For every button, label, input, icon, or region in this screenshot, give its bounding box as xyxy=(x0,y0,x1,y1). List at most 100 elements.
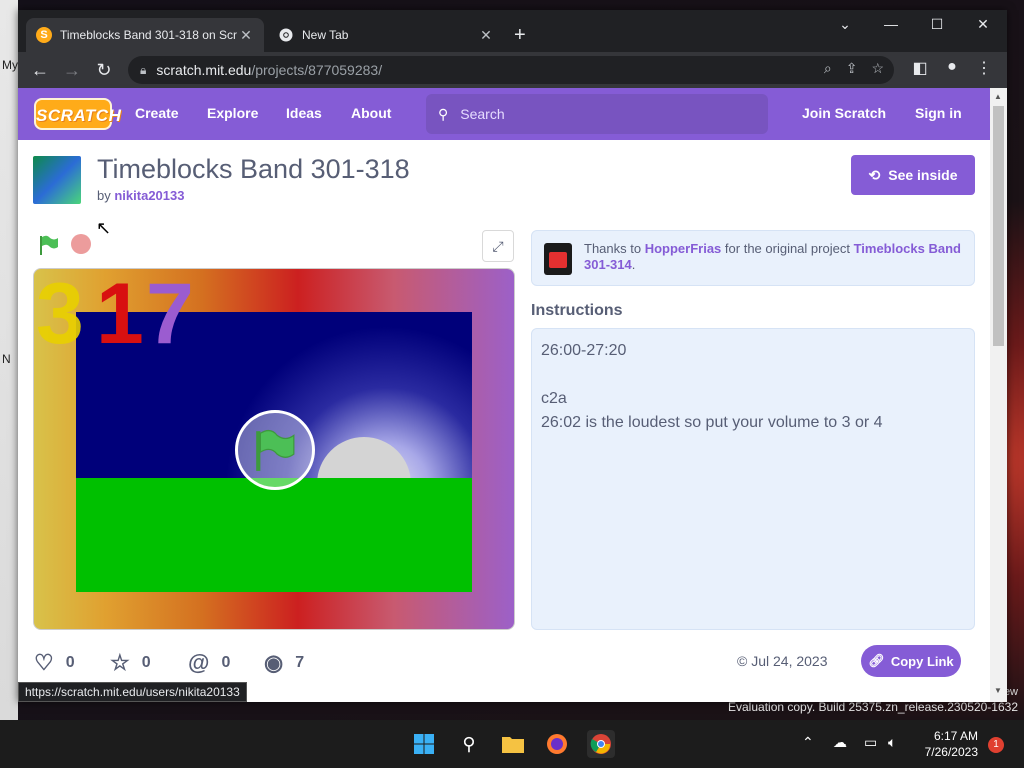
page-viewport: SCRATCH Create Explore Ideas About ⚲ Sea… xyxy=(18,88,990,702)
clock-date: 7/26/2023 xyxy=(924,745,978,759)
love-count: 0 xyxy=(65,654,75,671)
stop-icon[interactable] xyxy=(71,234,91,254)
tab-close-icon[interactable]: ✕ xyxy=(238,27,254,44)
scrollbar-thumb[interactable] xyxy=(993,106,1004,346)
tray-chevron-up-icon[interactable]: ⌃ xyxy=(802,734,814,751)
credit-prefix: Thanks to xyxy=(584,241,642,256)
tab-search-chevron-icon[interactable]: ⌄ xyxy=(822,16,868,33)
tab-title: Timeblocks Band 301-318 on Scr xyxy=(60,28,237,42)
favorite-stat[interactable]: ☆ 0 xyxy=(110,650,151,676)
tab-scratch-project[interactable]: S Timeblocks Band 301-318 on Scr ✕ xyxy=(26,18,264,52)
instructions-line: c2a xyxy=(541,390,567,407)
desktop-left-strip: My N xyxy=(0,0,18,768)
maximize-icon[interactable]: ☐ xyxy=(914,16,960,33)
profile-icon[interactable]: ● xyxy=(940,58,964,76)
love-stat[interactable]: ♡ 0 xyxy=(34,650,75,676)
tab-close-icon[interactable]: ✕ xyxy=(478,27,494,44)
credit-user-link[interactable]: HopperFrias xyxy=(645,241,722,256)
star-icon: ☆ xyxy=(110,650,130,675)
instructions-line: 26:00-27:20 xyxy=(541,342,627,359)
nav-explore[interactable]: Explore xyxy=(207,105,258,121)
search-input[interactable]: ⚲ Search xyxy=(426,94,768,134)
see-inside-label: See inside xyxy=(888,167,958,183)
instructions-line: 26:02 is the loudest so put your volume … xyxy=(541,414,883,431)
side-panel-icon[interactable]: ◧ xyxy=(908,58,932,78)
firefox-icon[interactable] xyxy=(543,730,571,758)
project-title: Timeblocks Band 301-318 xyxy=(97,154,410,184)
author-link[interactable]: nikita20133 xyxy=(114,188,184,203)
copy-link-label: Copy Link xyxy=(890,653,954,669)
windows-taskbar: ⚲ ⌃ ☁ ▭ 🔈︎ 6:17 AM 7/26/2023 1 xyxy=(0,720,1024,768)
system-clock[interactable]: 6:17 AM 7/26/2023 xyxy=(916,728,978,760)
see-inside-button[interactable]: ⟲ See inside xyxy=(851,155,975,195)
copy-link-button[interactable]: 🔗︎ Copy Link xyxy=(861,645,961,677)
omnibox-actions: ⌕ ⇪ ☆ xyxy=(824,60,884,77)
menu-kebab-icon[interactable]: ⋮ xyxy=(972,58,996,78)
start-green-flag-overlay[interactable] xyxy=(235,410,315,490)
green-flag-icon xyxy=(256,429,295,471)
desktop-label-2: N xyxy=(2,352,11,366)
search-icon[interactable]: ⚲ xyxy=(455,730,483,758)
network-icon[interactable]: ▭ xyxy=(864,734,877,751)
chrome-taskbar-icon[interactable] xyxy=(587,730,615,758)
scratch-navbar: SCRATCH Create Explore Ideas About ⚲ Sea… xyxy=(18,88,990,140)
mouse-cursor-icon: ↖ xyxy=(96,218,112,238)
original-author-avatar[interactable] xyxy=(544,243,572,275)
lock-icon: 🔒︎ xyxy=(140,62,147,77)
notification-badge[interactable]: 1 xyxy=(988,737,1004,753)
search-icon: ⚲ xyxy=(438,105,449,122)
reload-icon[interactable]: ↻ xyxy=(92,58,116,82)
views-stat: ◉ 7 xyxy=(264,650,304,676)
remix-stat: @ 0 xyxy=(188,650,230,676)
page-scrollbar[interactable]: ▲ ▼ xyxy=(990,88,1007,702)
project-byline: by nikita20133 xyxy=(97,188,184,203)
desktop-label-1: My xyxy=(2,58,18,72)
remix-credit: Thanks to HopperFrias for the original p… xyxy=(531,230,975,286)
clock-time: 6:17 AM xyxy=(933,729,978,743)
scratch-logo[interactable]: SCRATCH xyxy=(34,98,121,130)
tab-strip: S Timeblocks Band 301-318 on Scr ✕ New T… xyxy=(18,10,1007,52)
evaluation-watermark: Evaluation copy. Build 25375.zn_release.… xyxy=(728,700,1018,714)
tab-new-tab[interactable]: New Tab ✕ xyxy=(268,18,504,52)
link-icon: 🔗︎ xyxy=(868,653,885,668)
author-avatar[interactable] xyxy=(33,156,81,204)
share-icon[interactable]: ⇪ xyxy=(846,60,858,77)
onedrive-cloud-icon[interactable]: ☁ xyxy=(833,734,847,751)
fullscreen-icon[interactable]: ⤢ xyxy=(482,230,514,262)
sign-in-link[interactable]: Sign in xyxy=(915,105,962,121)
close-window-icon[interactable]: ✕ xyxy=(960,16,1006,33)
remix-arrows-icon: ⟲ xyxy=(868,166,881,183)
new-tab-plus-icon[interactable]: + xyxy=(514,24,526,47)
credit-middle: for the original project xyxy=(724,241,850,256)
eye-icon: ◉ xyxy=(264,650,284,675)
stage-digit-7: 7 xyxy=(146,268,194,362)
scroll-down-arrow-icon[interactable]: ▼ xyxy=(994,686,1002,695)
instructions-heading: Instructions xyxy=(531,302,623,319)
nav-create[interactable]: Create xyxy=(135,105,179,121)
nav-about[interactable]: About xyxy=(351,105,391,121)
nav-ideas[interactable]: Ideas xyxy=(286,105,322,121)
link-status-bar: https://scratch.mit.edu/users/nikita2013… xyxy=(18,682,247,702)
remix-spiral-icon: @ xyxy=(188,650,210,675)
stage-digit-1: 1 xyxy=(96,268,144,362)
chrome-icon xyxy=(278,27,294,43)
forward-arrow-icon[interactable]: → xyxy=(60,58,84,82)
scroll-up-arrow-icon[interactable]: ▲ xyxy=(994,92,1002,101)
url-path: /projects/877059283/ xyxy=(251,62,383,78)
join-scratch-link[interactable]: Join Scratch xyxy=(802,105,886,121)
minimize-icon[interactable]: — xyxy=(868,16,914,32)
instructions-box: 26:00-27:20 c2a 26:02 is the loudest so … xyxy=(531,328,975,630)
project-stage[interactable]: 3 1 7 xyxy=(33,268,515,630)
address-bar[interactable]: 🔒︎ scratch.mit.edu /projects/877059283/ … xyxy=(128,56,894,84)
bookmark-star-icon[interactable]: ☆ xyxy=(871,60,884,77)
zoom-magnifier-icon[interactable]: ⌕ xyxy=(824,60,832,77)
volume-icon[interactable]: 🔈︎ xyxy=(888,734,896,751)
windows-start-icon[interactable] xyxy=(410,730,438,758)
project-date: © Jul 24, 2023 xyxy=(737,653,828,669)
search-placeholder: Search xyxy=(460,106,505,122)
green-flag-icon[interactable] xyxy=(38,234,60,256)
view-count: 7 xyxy=(295,654,305,671)
tab-title: New Tab xyxy=(302,28,349,42)
file-explorer-icon[interactable] xyxy=(499,730,527,758)
back-arrow-icon[interactable]: ← xyxy=(28,58,52,82)
